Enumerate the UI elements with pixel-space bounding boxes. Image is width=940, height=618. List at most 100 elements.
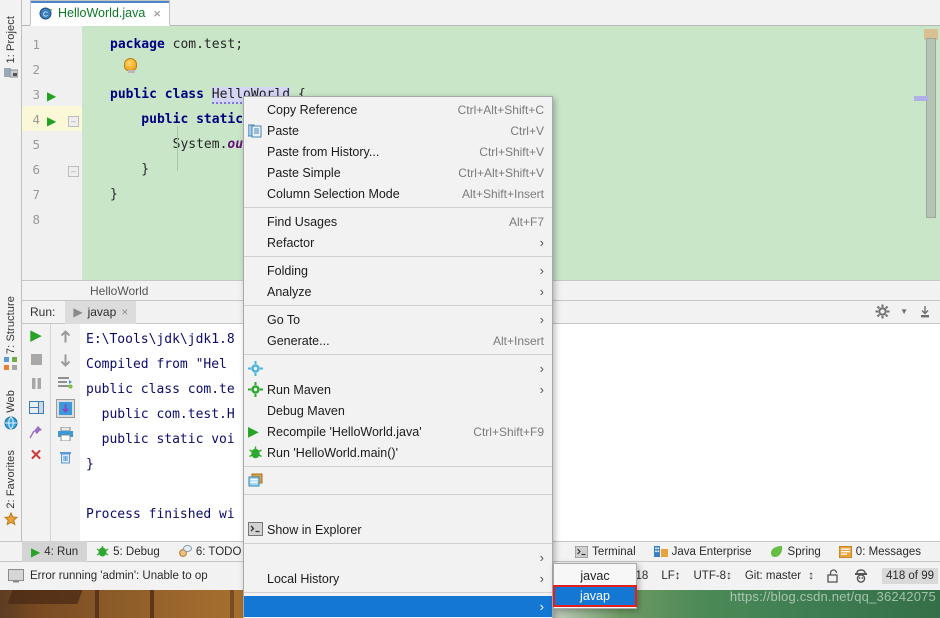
sidebar-item-favorites[interactable]: 2: Favorites — [0, 450, 22, 526]
encoding-label: UTF-8 — [693, 570, 727, 582]
menu-item-column-selection-mode[interactable]: Column Selection Mode Alt+Shift+Insert — [244, 183, 552, 204]
menu-item-recompile[interactable]: Debug Maven — [244, 400, 552, 421]
hector-icon[interactable] — [853, 568, 869, 584]
menu-item-label: Debug Maven — [267, 403, 345, 418]
sidebar-item-structure[interactable]: 7: Structure — [0, 296, 22, 371]
pin-icon[interactable] — [29, 425, 43, 439]
menu-separator — [244, 256, 552, 257]
bottom-tab-spring[interactable]: Spring — [761, 541, 830, 562]
tab-active-underline — [31, 1, 169, 3]
code-line: System.out. — [110, 137, 259, 152]
scroll-up-icon[interactable] — [59, 330, 72, 344]
sidebar-item-project-label: 1: Project — [5, 16, 17, 64]
fold-marker-icon[interactable]: – — [68, 166, 79, 177]
fold-marker-icon[interactable]: – — [68, 116, 79, 127]
menu-item-create-run-configuration[interactable] — [244, 470, 552, 491]
console-line: Process finished wi — [86, 507, 235, 522]
menu-item-show-in-explorer[interactable] — [244, 498, 552, 519]
menu-item-external-tools[interactable]: › — [244, 596, 552, 617]
line-number: 7 — [32, 187, 40, 202]
menu-item-label: Paste Simple — [267, 165, 341, 180]
sidebar-item-project[interactable]: 1: Project — [0, 16, 22, 79]
sidebar-item-web[interactable]: Web — [0, 390, 22, 430]
menu-item-run-main[interactable]: ▶ Recompile 'HelloWorld.java' Ctrl+Shift… — [244, 421, 552, 442]
encoding-widget[interactable]: UTF-8↕ — [694, 570, 732, 582]
scroll-to-end-icon[interactable] — [56, 399, 75, 418]
trash-icon[interactable] — [59, 450, 72, 464]
sidebar-item-favorites-label: 2: Favorites — [5, 450, 17, 509]
pause-icon[interactable] — [30, 377, 43, 390]
git-branch-widget[interactable]: Git: master ↕ — [745, 570, 814, 582]
menu-item-local-history[interactable]: › — [244, 547, 552, 568]
close-icon[interactable]: × — [121, 305, 128, 319]
editor-gutter[interactable]: 1 2 3 4 5 6 7 8 ▶ ▶ – – — [22, 26, 82, 280]
menu-item-paste[interactable]: Paste Ctrl+V — [244, 120, 552, 141]
status-message[interactable]: Error running 'admin': Unable to op — [30, 570, 208, 582]
bottom-tab-java-enterprise[interactable]: Java Enterprise — [645, 541, 761, 562]
menu-item-paste-from-history[interactable]: Paste from History... Ctrl+Shift+V — [244, 141, 552, 162]
menu-item-run-maven[interactable]: › — [244, 358, 552, 379]
run-configuration-tab[interactable]: ▶ javap × — [65, 300, 137, 324]
todo-icon — [178, 545, 192, 558]
memory-indicator[interactable]: 418 of 99 — [882, 568, 938, 584]
menu-item-debug-maven[interactable]: Run Maven › — [244, 379, 552, 400]
bottom-tab-messages[interactable]: 0: Messages — [830, 541, 930, 562]
chevron-right-icon: › — [539, 312, 544, 327]
editor-vertical-scrollbar[interactable] — [926, 38, 936, 218]
scroll-down-icon[interactable] — [59, 353, 72, 367]
menu-item-shortcut: Alt+F7 — [508, 214, 544, 229]
bottom-tab-debug[interactable]: 5: Debug — [87, 541, 169, 562]
watermark-text: https://blog.csdn.net/qq_36242075 — [729, 589, 936, 604]
chevron-down-icon[interactable]: ▼ — [900, 307, 908, 316]
soft-wrap-icon[interactable] — [58, 376, 73, 390]
terminal-icon — [248, 522, 263, 537]
bottom-tab-java-enterprise-label: Java Enterprise — [671, 545, 752, 558]
menu-item-label: Refactor — [267, 235, 315, 250]
chevron-right-icon: › — [539, 263, 544, 278]
structure-icon — [4, 357, 18, 371]
bottom-tab-run-label: 4: Run — [44, 545, 79, 558]
bottom-tab-terminal-label: Terminal — [592, 545, 636, 558]
unlocked-icon[interactable] — [827, 569, 840, 583]
menu-item-generate[interactable]: Generate... Alt+Insert — [244, 330, 552, 351]
layout-icon[interactable] — [28, 401, 44, 414]
bottom-tab-run[interactable]: ▶ 4: Run — [22, 541, 88, 562]
menu-item-copy-reference[interactable]: Copy Reference Ctrl+Alt+Shift+C — [244, 99, 552, 120]
bottom-tab-terminal[interactable]: Terminal — [566, 541, 644, 562]
menu-item-paste-simple[interactable]: Paste Simple Ctrl+Alt+Shift+V — [244, 162, 552, 183]
close-icon[interactable]: × — [153, 6, 161, 21]
submenu-item-javap[interactable]: javap — [553, 585, 637, 607]
bottom-tab-todo[interactable]: 6: TODO — [169, 541, 251, 562]
line-separator-widget[interactable]: LF↕ — [661, 570, 680, 582]
stop-icon[interactable] — [30, 353, 43, 366]
gear-icon[interactable] — [875, 304, 890, 319]
menu-item-git[interactable]: Local History › — [244, 568, 552, 589]
run-icon[interactable]: ▶ — [30, 328, 42, 343]
menu-item-open-in-terminal[interactable]: Show in Explorer — [244, 519, 552, 540]
editor-tab-helloworld[interactable]: C HelloWorld.java × — [30, 0, 170, 26]
bottom-tab-todo-label: 6: TODO — [195, 545, 242, 558]
submenu-item-javac[interactable]: javac — [554, 566, 636, 586]
menu-item-analyze[interactable]: Analyze › — [244, 281, 552, 302]
favorites-star-icon — [4, 511, 18, 526]
menu-item-find-usages[interactable]: Find Usages Alt+F7 — [244, 211, 552, 232]
menu-item-go-to[interactable]: Go To › — [244, 309, 552, 330]
menu-item-folding[interactable]: Folding › — [244, 260, 552, 281]
menu-item-debug-main[interactable]: Run 'HelloWorld.main()' — [244, 442, 552, 463]
run-gutter-icon[interactable]: ▶ — [47, 114, 56, 128]
console-line: } — [86, 457, 94, 472]
code-line: } — [110, 187, 118, 202]
console-line: public class com.te — [86, 382, 235, 397]
create-config-icon — [248, 473, 263, 488]
breadcrumb-label: HelloWorld — [90, 283, 149, 298]
close-icon[interactable]: ✕ — [30, 448, 43, 463]
updown-arrow-icon: ↕ — [726, 570, 732, 582]
menu-item-refactor[interactable]: Refactor › — [244, 232, 552, 253]
run-icon: ▶ — [73, 305, 83, 319]
hide-window-icon[interactable] — [918, 305, 932, 319]
run-configuration-label: javap — [87, 305, 117, 319]
paste-icon — [248, 123, 263, 138]
intention-bulb-icon[interactable] — [124, 58, 137, 73]
print-icon[interactable] — [58, 427, 73, 441]
run-gutter-icon[interactable]: ▶ — [47, 89, 56, 103]
